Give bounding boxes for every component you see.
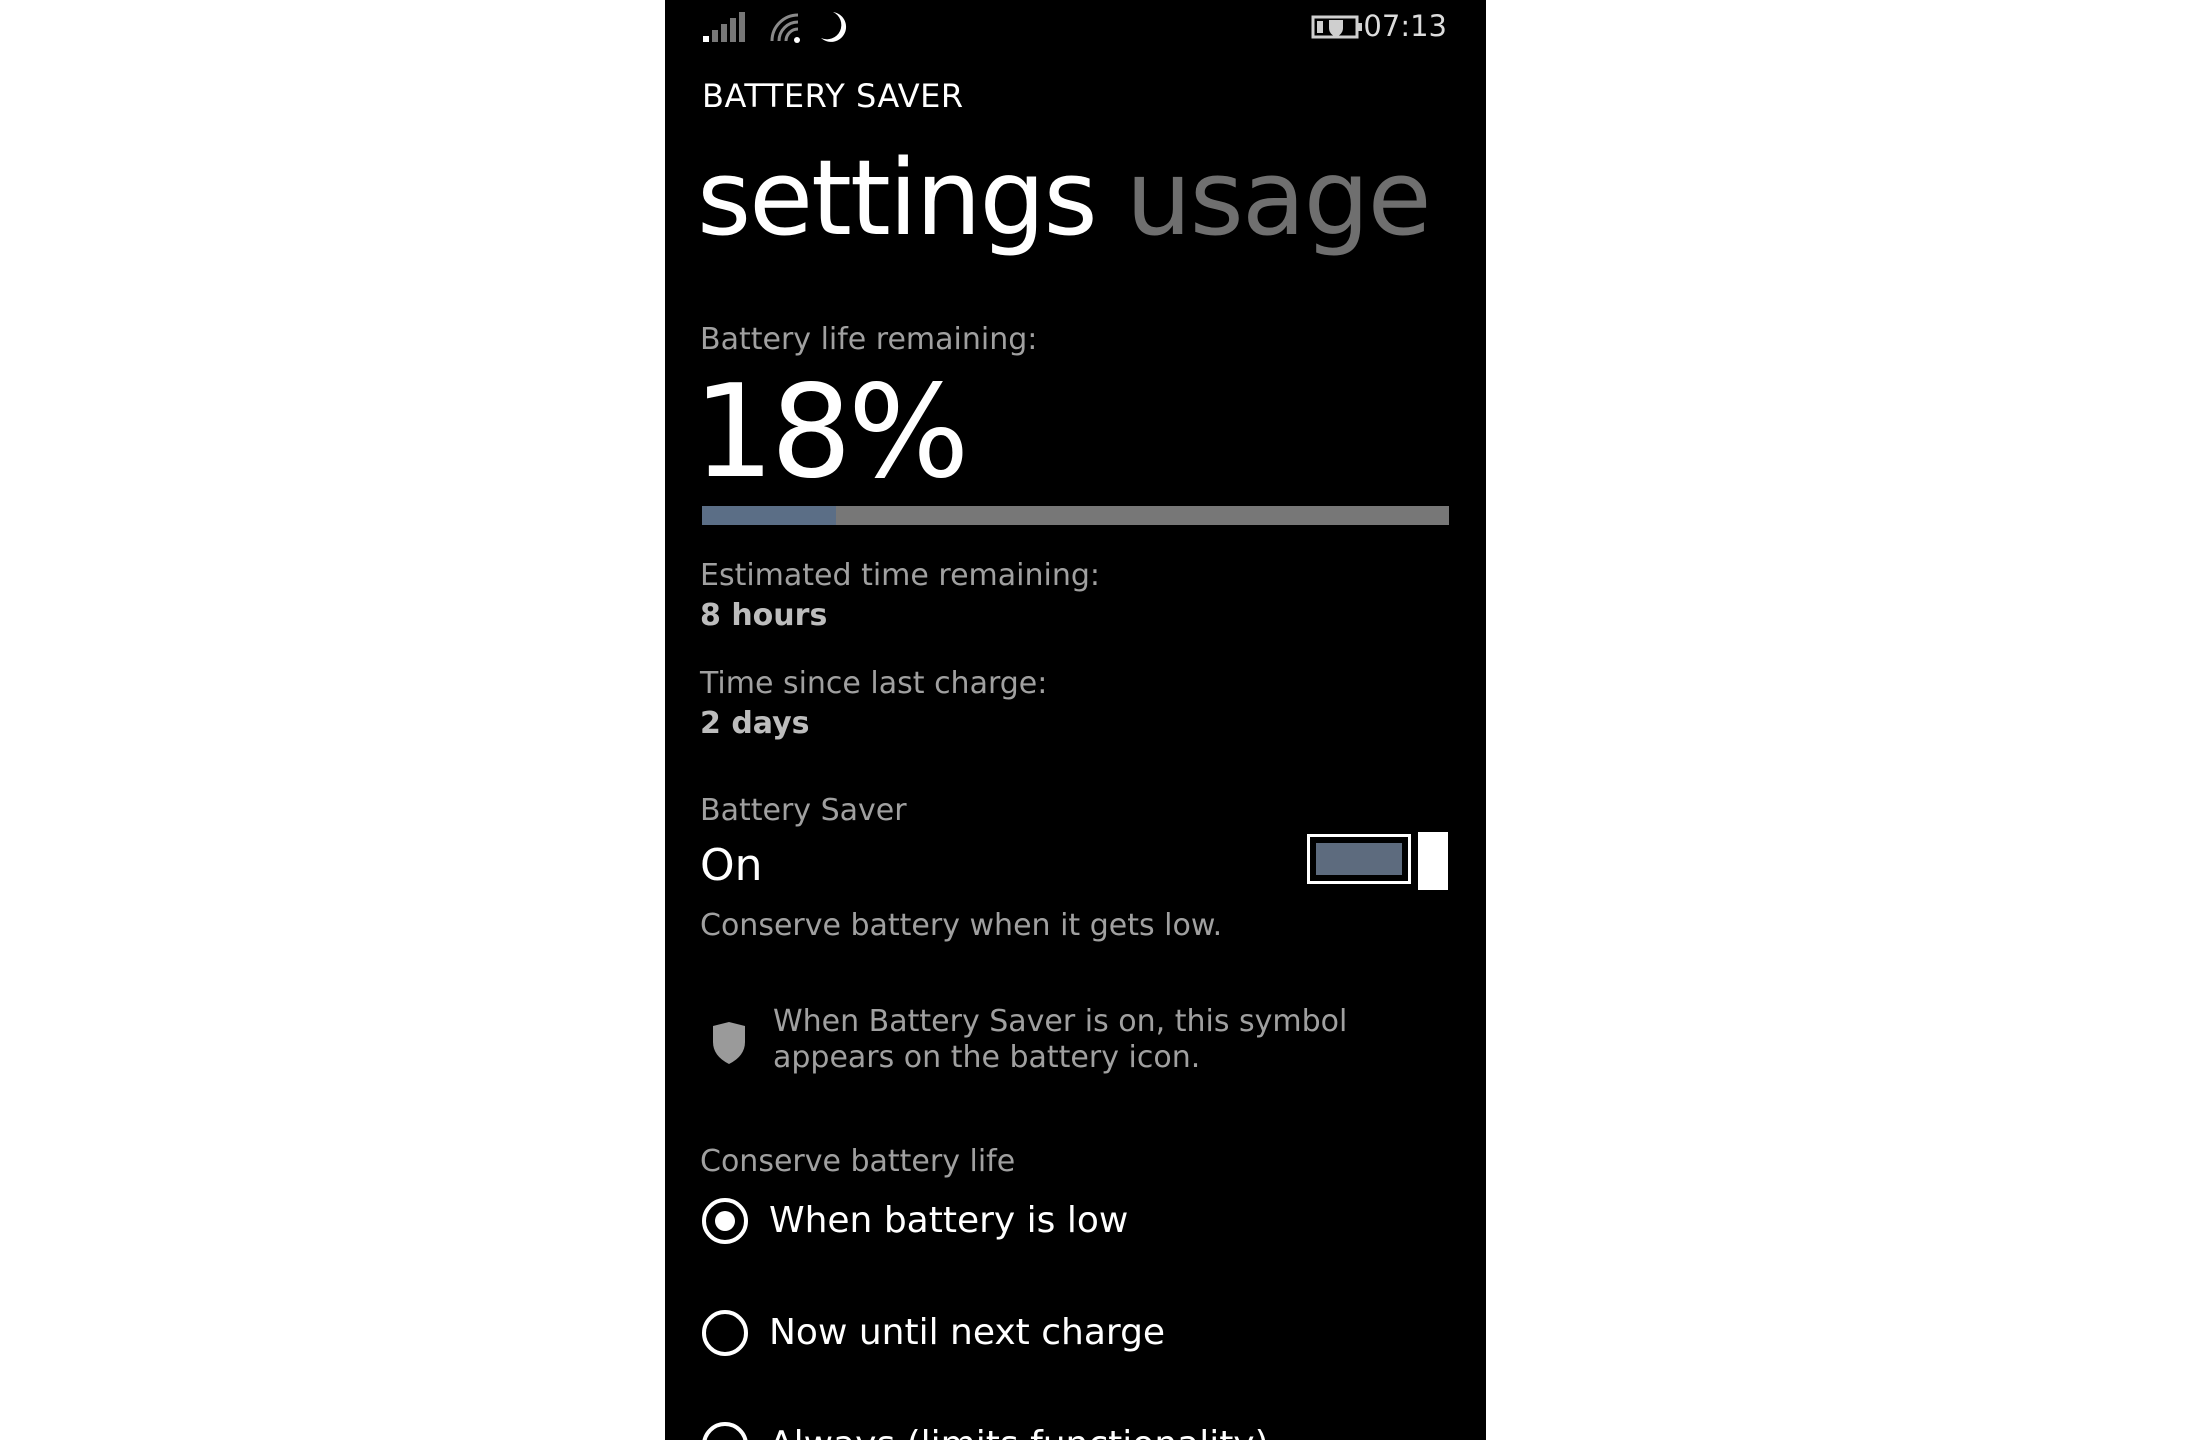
time-since-charge-value: 2 days: [700, 706, 810, 741]
estimated-time-value: 8 hours: [700, 598, 828, 633]
wifi-icon: [770, 13, 800, 43]
toggle-thumb[interactable]: [1418, 832, 1448, 890]
status-bar: 07:13: [665, 0, 1486, 54]
time-since-charge-label: Time since last charge:: [700, 666, 1048, 701]
battery-saver-battery-icon: [1311, 15, 1362, 39]
toggle-fill: [1316, 843, 1402, 875]
radio-label[interactable]: Now until next charge: [769, 1309, 1165, 1357]
estimated-time-label: Estimated time remaining:: [700, 558, 1100, 593]
tab-usage[interactable]: usage: [1126, 128, 1432, 268]
radio-label[interactable]: When battery is low: [769, 1197, 1128, 1245]
battery-saver-description: Conserve battery when it gets low.: [700, 908, 1223, 943]
app-title: BATTERY SAVER: [702, 77, 964, 115]
radio-option-when-low[interactable]: When battery is low: [702, 1195, 1452, 1253]
status-clock: 07:13: [1363, 9, 1447, 43]
battery-saver-info-text: When Battery Saver is on, this symbol ap…: [773, 1004, 1348, 1075]
radio-dot: [715, 1211, 735, 1231]
radio-option-always[interactable]: Always (limits functionality): [702, 1419, 1452, 1440]
signal-strength-icon: [703, 12, 745, 42]
battery-saver-toggle[interactable]: [1307, 832, 1451, 890]
tab-settings[interactable]: settings: [697, 128, 1098, 268]
battery-life-label: Battery life remaining:: [700, 322, 1038, 357]
battery-level-fill: [702, 506, 837, 525]
phone-screen: 07:13 BATTERY SAVER settings usage Batter…: [665, 0, 1486, 1440]
radio-button[interactable]: [702, 1422, 748, 1440]
battery-level-bar: [702, 506, 1449, 525]
radio-button-selected[interactable]: [702, 1198, 748, 1244]
radio-label[interactable]: Always (limits functionality): [769, 1421, 1269, 1440]
battery-percent: 18%: [693, 358, 969, 507]
radio-button[interactable]: [702, 1310, 748, 1356]
screenshot-canvas: 07:13 BATTERY SAVER settings usage Batter…: [0, 0, 2199, 1440]
radio-option-until-next-charge[interactable]: Now until next charge: [702, 1307, 1452, 1365]
battery-saver-state: On: [700, 840, 763, 891]
shield-icon: [713, 1022, 745, 1064]
battery-saver-info: When Battery Saver is on, this symbol ap…: [709, 1004, 1449, 1088]
quiet-hours-moon-icon: [821, 12, 847, 42]
conserve-battery-label: Conserve battery life: [700, 1144, 1016, 1179]
battery-saver-label: Battery Saver: [700, 793, 907, 828]
pivot-header: settings usage: [697, 128, 1460, 268]
